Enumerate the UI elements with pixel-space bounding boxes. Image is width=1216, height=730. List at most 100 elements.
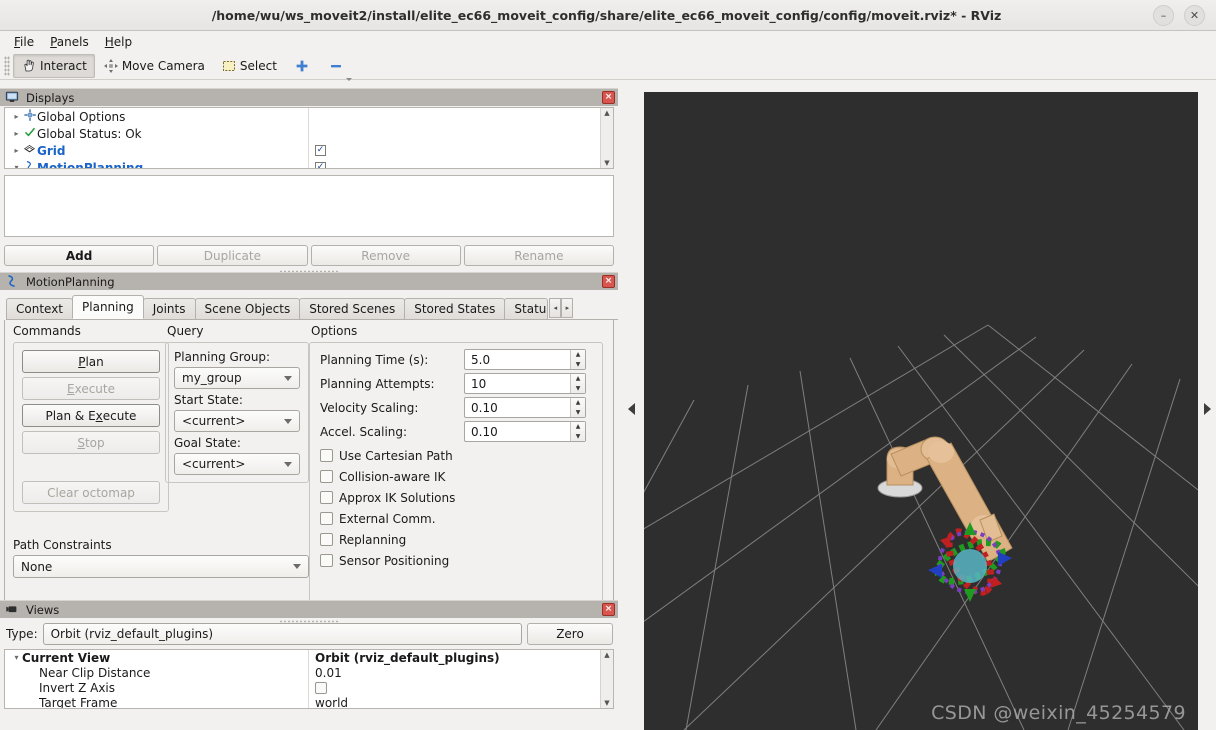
tab-scroll-left-button[interactable]: ◂ [549,297,562,318]
duplicate-display-button[interactable]: Duplicate [157,245,308,266]
stepper-down-icon[interactable]: ▼ [571,360,585,370]
use-cartesian-path-row[interactable]: Use Cartesian Path [320,445,592,466]
views-tree-scrollbar[interactable]: ▲ ▼ [600,650,613,708]
collapse-twisty-icon[interactable]: ▾ [11,163,22,168]
views-tree[interactable]: ▾ Current View Near Clip Distance Invert… [4,649,614,709]
tab-scroll-right-button[interactable]: ▸ [561,297,574,318]
move-camera-tool-button[interactable]: Move Camera [95,54,213,78]
displays-tree[interactable]: ▸ Global Options ▸ Global Status: Ok ▸ G… [4,107,614,169]
motionplanning-enabled-checkbox-cell[interactable]: ✓ [309,159,600,168]
displays-panel-close-icon[interactable]: × [602,91,615,104]
accel-scaling-steppers[interactable]: ▲ ▼ [570,422,585,441]
close-button[interactable]: ✕ [1184,4,1205,26]
displays-tree-scrollbar[interactable]: ▲ ▼ [600,108,613,168]
motionplanning-panel-close-icon[interactable]: × [602,275,615,288]
motionplanning-enabled-checkbox[interactable]: ✓ [315,162,326,168]
velocity-scaling-value[interactable]: 0.10 [465,398,570,417]
expand-twisty-icon[interactable]: ▸ [11,146,22,155]
display-item-motionplanning[interactable]: ▾ MotionPlanning [5,159,308,168]
external-comm-checkbox[interactable] [320,512,333,525]
views-value-invert-z-axis[interactable] [309,680,600,695]
right-dock-collapse-splitter[interactable] [1198,88,1216,730]
scroll-down-icon[interactable]: ▼ [604,699,609,707]
collapse-left-arrow-icon[interactable] [627,403,635,415]
sensor-positioning-checkbox[interactable] [320,554,333,567]
stepper-up-icon[interactable]: ▲ [571,422,585,432]
stepper-up-icon[interactable]: ▲ [571,350,585,360]
left-dock-collapse-splitter[interactable] [618,88,644,730]
tab-stored-states[interactable]: Stored States [404,298,506,319]
approx-ik-solutions-row[interactable]: Approx IK Solutions [320,487,592,508]
planning-attempts-spinbox[interactable]: 10 ▲ ▼ [464,373,586,394]
accel-scaling-value[interactable]: 0.10 [465,422,570,441]
path-constraints-select[interactable]: None [13,555,309,578]
scroll-down-icon[interactable]: ▼ [604,159,609,167]
stepper-down-icon[interactable]: ▼ [571,384,585,394]
grid-enabled-checkbox[interactable]: ✓ [315,145,326,156]
views-row-invert-z-axis[interactable]: Invert Z Axis [5,680,308,695]
add-tool-button[interactable] [285,54,319,78]
planning-time-value[interactable]: 5.0 [465,350,570,369]
chevron-down-icon[interactable] [345,77,352,81]
clear-octomap-button[interactable]: Clear octomap [22,481,160,504]
minimize-button[interactable]: – [1153,4,1174,26]
collapse-twisty-icon[interactable]: ▾ [11,653,22,662]
tab-context[interactable]: Context [6,298,74,319]
add-display-button[interactable]: Add [4,245,155,266]
toolbar-grip[interactable] [4,55,10,76]
use-cartesian-path-checkbox[interactable] [320,449,333,462]
3d-viewport[interactable]: CSDN @weixin_45254579 [644,92,1198,730]
tab-joints[interactable]: Joints [142,298,196,319]
display-item-global-status[interactable]: ▸ Global Status: Ok [5,125,308,142]
velocity-scaling-spinbox[interactable]: 0.10 ▲ ▼ [464,397,586,418]
approx-ik-solutions-checkbox[interactable] [320,491,333,504]
tab-planning[interactable]: Planning [72,295,144,319]
menu-panels[interactable]: Panels [43,33,96,51]
display-property-editor[interactable] [4,175,614,237]
collision-aware-ik-row[interactable]: Collision-aware IK [320,466,592,487]
views-type-select[interactable]: Orbit (rviz_default_plugins) [42,623,522,645]
replanning-checkbox[interactable] [320,533,333,546]
stepper-up-icon[interactable]: ▲ [571,398,585,408]
display-item-global-options[interactable]: ▸ Global Options [5,108,308,125]
views-row-target-frame[interactable]: Target Frame [5,695,308,709]
velocity-scaling-steppers[interactable]: ▲ ▼ [570,398,585,417]
views-row-near-clip-distance[interactable]: Near Clip Distance [5,665,308,680]
invert-z-axis-checkbox[interactable] [315,681,327,694]
grid-enabled-checkbox-cell[interactable]: ✓ [309,142,600,159]
plan-and-execute-button[interactable]: Plan & Ex ecute [22,404,160,427]
sensor-positioning-row[interactable]: Sensor Positioning [320,550,592,571]
start-state-select[interactable]: <current> [174,410,300,432]
scroll-up-icon[interactable]: ▲ [604,109,609,117]
display-item-grid[interactable]: ▸ Grid [5,142,308,159]
tab-status[interactable]: Status [504,298,549,319]
menu-help[interactable]: Help [98,33,139,51]
collision-aware-ik-checkbox[interactable] [320,470,333,483]
collapse-right-arrow-icon[interactable] [1203,403,1211,415]
expand-twisty-icon[interactable]: ▸ [11,129,22,138]
accel-scaling-spinbox[interactable]: 0.10 ▲ ▼ [464,421,586,442]
menu-file[interactable]: File [7,33,41,51]
views-value-near-clip-distance[interactable]: 0.01 [309,665,600,680]
goal-state-select[interactable]: <current> [174,453,300,475]
tab-scene-objects[interactable]: Scene Objects [194,298,301,319]
stepper-up-icon[interactable]: ▲ [571,374,585,384]
planning-attempts-steppers[interactable]: ▲ ▼ [570,374,585,393]
external-comm-row[interactable]: External Comm. [320,508,592,529]
planning-group-select[interactable]: my_group [174,367,300,389]
remove-tool-button[interactable] [319,54,353,81]
execute-button[interactable]: Execute [22,377,160,400]
replanning-row[interactable]: Replanning [320,529,592,550]
expand-twisty-icon[interactable]: ▸ [11,112,22,121]
planning-time-steppers[interactable]: ▲ ▼ [570,350,585,369]
views-value-target-frame[interactable]: world [309,695,600,709]
planning-attempts-value[interactable]: 10 [465,374,570,393]
planning-time-spinbox[interactable]: 5.0 ▲ ▼ [464,349,586,370]
zero-button[interactable]: Zero [527,623,613,645]
scroll-up-icon[interactable]: ▲ [604,651,609,659]
views-row-current-view[interactable]: ▾ Current View [5,650,308,665]
tab-stored-scenes[interactable]: Stored Scenes [299,298,406,319]
select-tool-button[interactable]: Select [213,54,285,78]
stepper-down-icon[interactable]: ▼ [571,408,585,418]
interact-tool-button[interactable]: Interact [13,53,95,78]
